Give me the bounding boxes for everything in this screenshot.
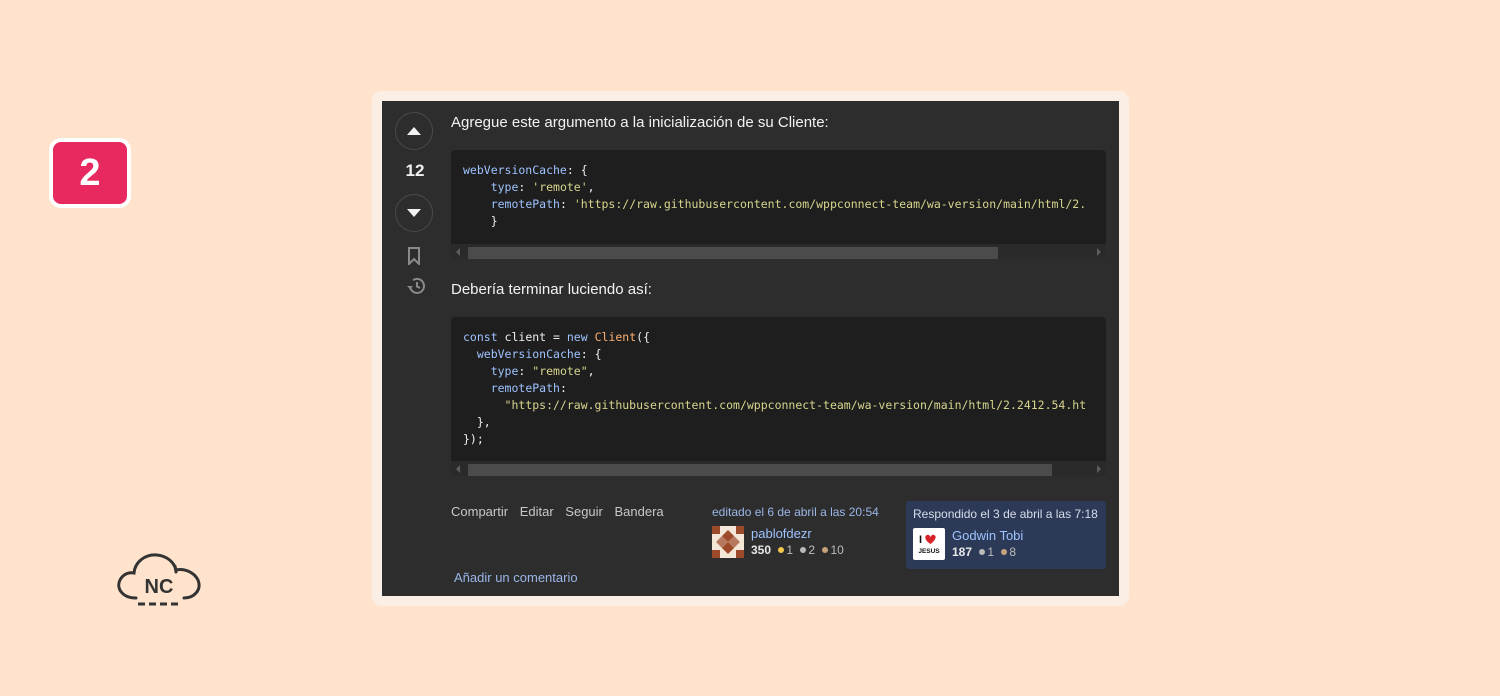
- scroll-thumb[interactable]: [468, 247, 998, 259]
- code-token: type: [490, 364, 519, 378]
- editor-bronze-count: 10: [830, 543, 844, 557]
- scroll-right-icon[interactable]: [1097, 465, 1101, 473]
- code-block-1-text: webVersionCache: { type: 'remote', remot…: [451, 150, 1106, 242]
- svg-text:NC: NC: [145, 576, 174, 598]
- code-token: webVersionCache: [476, 347, 581, 361]
- silver-badge-icon: [800, 547, 807, 553]
- outro-text: Debería terminar luciendo así:: [451, 281, 652, 298]
- author-signature: Respondido el 3 de abril a las 7:18 I JE…: [906, 501, 1106, 569]
- code-token: remotePath: [490, 381, 560, 395]
- author-avatar[interactable]: I JESUS: [913, 528, 945, 560]
- code-token: client =: [497, 330, 567, 344]
- code-token: type: [490, 180, 519, 194]
- code-token: : {: [580, 347, 602, 361]
- silver-badge-icon: [979, 549, 986, 555]
- arrow-up-icon: [407, 127, 421, 135]
- editor-gold-count: 1: [786, 543, 794, 557]
- code-token: :: [559, 197, 574, 211]
- post-menu: Compartir Editar Seguir Bandera: [451, 504, 672, 519]
- downvote-button[interactable]: [395, 194, 433, 232]
- intro-text: Agregue este argumento a la inicializaci…: [451, 114, 829, 131]
- bronze-badge-icon: [1001, 549, 1008, 555]
- code-token: },: [463, 415, 491, 429]
- vote-cell: 12: [382, 101, 448, 596]
- code-block-2-text: const client = new Client({ webVersionCa…: [451, 317, 1106, 460]
- editor-silver-count: 2: [808, 543, 816, 557]
- code-token: : {: [566, 163, 588, 177]
- code-token: :: [518, 180, 533, 194]
- code-token: webVersionCache: [463, 163, 567, 177]
- code-token: remotePath: [490, 197, 560, 211]
- scroll-left-icon[interactable]: [456, 465, 460, 473]
- author-bronze-count: 8: [1009, 545, 1017, 559]
- code-token: ,: [587, 364, 595, 378]
- code-token: "remote": [532, 364, 588, 378]
- flag-link[interactable]: Bandera: [615, 504, 664, 519]
- vote-count: 12: [405, 161, 425, 180]
- edit-time-link[interactable]: editado el 6 de abril a las 20:54: [712, 505, 892, 519]
- code-token: 'https://raw.githubusercontent.com/wppco…: [573, 197, 1087, 211]
- code-token: }: [463, 214, 498, 228]
- code-token: ({: [636, 330, 650, 344]
- editor-signature: editado el 6 de abril a las 20:54 pablof…: [712, 505, 892, 558]
- code-token: 'remote': [532, 180, 588, 194]
- follow-link[interactable]: Seguir: [565, 504, 603, 519]
- svg-text:I: I: [919, 534, 922, 546]
- editor-name[interactable]: pablofdezr: [751, 526, 844, 541]
- gold-badge-icon: [778, 547, 785, 553]
- screenshot-card: 12 Agregue este argumento a la inicializ…: [372, 91, 1129, 606]
- code-block-2: const client = new Client({ webVersionCa…: [451, 317, 1106, 476]
- answer-time: Respondido el 3 de abril a las 7:18: [913, 507, 1098, 521]
- code-token: new: [566, 330, 588, 344]
- code-token: :: [559, 381, 567, 395]
- code-token: "https://raw.githubusercontent.com/wppco…: [504, 398, 1087, 412]
- bronze-badge-icon: [822, 547, 829, 553]
- arrow-down-icon: [407, 209, 421, 217]
- history-icon[interactable]: [406, 277, 426, 295]
- scroll-thumb[interactable]: [468, 464, 1052, 476]
- author-stats: 187 1 8: [952, 545, 1023, 559]
- code-token: Client: [594, 330, 637, 344]
- editor-reputation: 350: [751, 543, 772, 557]
- share-link[interactable]: Compartir: [451, 504, 508, 519]
- code-block-1: webVersionCache: { type: 'remote', remot…: [451, 150, 1106, 259]
- answer-panel: 12 Agregue este argumento a la inicializ…: [382, 101, 1119, 596]
- author-name[interactable]: Godwin Tobi: [952, 528, 1023, 543]
- upvote-button[interactable]: [395, 112, 433, 150]
- code-token: :: [518, 364, 533, 378]
- step-number-badge: 2: [49, 138, 131, 208]
- editor-stats: 350 1 2 10: [751, 543, 844, 557]
- horizontal-scrollbar[interactable]: [451, 461, 1106, 476]
- horizontal-scrollbar[interactable]: [451, 244, 1106, 259]
- author-reputation: 187: [952, 545, 973, 559]
- author-silver-count: 1: [987, 545, 995, 559]
- nc-cloud-logo: NC: [117, 553, 201, 606]
- bookmark-icon[interactable]: [406, 247, 422, 265]
- code-token: const: [463, 330, 498, 344]
- editor-avatar[interactable]: [712, 526, 744, 558]
- edit-link[interactable]: Editar: [520, 504, 554, 519]
- add-comment-link[interactable]: Añadir un comentario: [454, 570, 578, 585]
- svg-text:JESUS: JESUS: [918, 548, 940, 555]
- code-token: });: [463, 432, 484, 446]
- scroll-right-icon[interactable]: [1097, 248, 1101, 256]
- scroll-left-icon[interactable]: [456, 248, 460, 256]
- code-token: ,: [587, 180, 595, 194]
